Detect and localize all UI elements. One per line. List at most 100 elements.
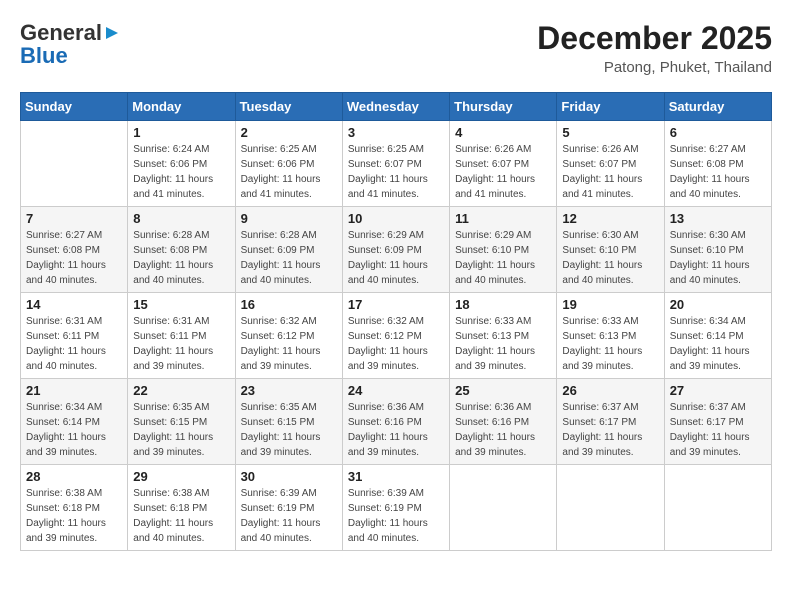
sunset-text: Sunset: 6:09 PM bbox=[241, 245, 315, 256]
calendar-day-cell: 28Sunrise: 6:38 AMSunset: 6:18 PMDayligh… bbox=[21, 465, 128, 551]
day-sun-info: Sunrise: 6:37 AMSunset: 6:17 PMDaylight:… bbox=[562, 400, 658, 460]
daylight-text: Daylight: 11 hours and 39 minutes. bbox=[670, 432, 750, 458]
day-sun-info: Sunrise: 6:25 AMSunset: 6:06 PMDaylight:… bbox=[241, 142, 337, 202]
daylight-text: Daylight: 11 hours and 40 minutes. bbox=[455, 260, 535, 286]
sunrise-text: Sunrise: 6:32 AM bbox=[241, 316, 317, 327]
daylight-text: Daylight: 11 hours and 40 minutes. bbox=[670, 260, 750, 286]
calendar-day-cell: 20 Sunrise: 6:34 AM Sunset: 6:14 PM Dayligh… bbox=[664, 293, 771, 379]
sunset-text: Sunset: 6:07 PM bbox=[455, 159, 529, 170]
day-sun-info: Sunrise: 6:27 AM Sunset: 6:08 PM Daylight:… bbox=[26, 228, 122, 288]
day-number: 26 bbox=[562, 383, 658, 398]
sunrise-text: Sunrise: 6:37 AM bbox=[670, 402, 746, 413]
daylight-text: Daylight: 11 hours and 39 minutes. bbox=[133, 432, 213, 458]
sunset-text: Sunset: 6:09 PM bbox=[348, 245, 422, 256]
daylight-text: Daylight: 11 hours and 39 minutes. bbox=[455, 432, 535, 458]
calendar-week-row: 28Sunrise: 6:38 AMSunset: 6:18 PMDayligh… bbox=[21, 465, 772, 551]
day-of-week-header: Saturday bbox=[664, 93, 771, 121]
daylight-text: Daylight: 11 hours and 39 minutes. bbox=[348, 432, 428, 458]
daylight-text: Daylight: 11 hours and 41 minutes. bbox=[562, 174, 642, 200]
sunset-text: Sunset: 6:08 PM bbox=[26, 245, 100, 256]
calendar-day-cell: 22Sunrise: 6:35 AMSunset: 6:15 PMDayligh… bbox=[128, 379, 235, 465]
calendar-day-cell: 14Sunrise: 6:31 AMSunset: 6:11 PMDayligh… bbox=[21, 293, 128, 379]
day-number: 25 bbox=[455, 383, 551, 398]
sunrise-text: Sunrise: 6:25 AM bbox=[241, 144, 317, 155]
day-number: 8 bbox=[133, 211, 229, 226]
day-number: 1 bbox=[133, 125, 229, 140]
sunset-text: Sunset: 6:12 PM bbox=[241, 331, 315, 342]
daylight-text: Daylight: 11 hours and 39 minutes. bbox=[670, 346, 750, 372]
sunrise-text: Sunrise: 6:34 AM bbox=[670, 316, 746, 327]
sunset-text: Sunset: 6:18 PM bbox=[26, 503, 100, 514]
calendar-day-cell: 27Sunrise: 6:37 AMSunset: 6:17 PMDayligh… bbox=[664, 379, 771, 465]
calendar-day-cell: 17Sunrise: 6:32 AMSunset: 6:12 PMDayligh… bbox=[342, 293, 449, 379]
daylight-text: Daylight: 11 hours and 40 minutes. bbox=[670, 174, 750, 200]
sunrise-text: Sunrise: 6:25 AM bbox=[348, 144, 424, 155]
sunrise-text: Sunrise: 6:35 AM bbox=[133, 402, 209, 413]
sunrise-text: Sunrise: 6:29 AM bbox=[455, 230, 531, 241]
daylight-text: Daylight: 11 hours and 39 minutes. bbox=[348, 346, 428, 372]
calendar-day-cell: 25 Sunrise: 6:36 AM Sunset: 6:16 PM Dayligh… bbox=[450, 379, 557, 465]
sunrise-text: Sunrise: 6:39 AM bbox=[348, 488, 424, 499]
day-sun-info: Sunrise: 6:32 AM Sunset: 6:12 PM Daylight:… bbox=[241, 314, 337, 374]
calendar-header-row: SundayMondayTuesdayWednesdayThursdayFrid… bbox=[21, 93, 772, 121]
calendar-day-cell: 30Sunrise: 6:39 AMSunset: 6:19 PMDayligh… bbox=[235, 465, 342, 551]
daylight-text: Daylight: 11 hours and 41 minutes. bbox=[455, 174, 535, 200]
day-sun-info: Sunrise: 6:27 AMSunset: 6:08 PMDaylight:… bbox=[670, 142, 766, 202]
sunrise-text: Sunrise: 6:29 AM bbox=[348, 230, 424, 241]
sunrise-text: Sunrise: 6:34 AM bbox=[26, 402, 102, 413]
calendar-day-cell: 9Sunrise: 6:28 AMSunset: 6:09 PMDaylight… bbox=[235, 207, 342, 293]
day-sun-info: Sunrise: 6:33 AMSunset: 6:13 PMDaylight:… bbox=[562, 314, 658, 374]
calendar-day-cell: 31Sunrise: 6:39 AMSunset: 6:19 PMDayligh… bbox=[342, 465, 449, 551]
sunset-text: Sunset: 6:19 PM bbox=[348, 503, 422, 514]
day-number: 19 bbox=[562, 297, 658, 312]
sunrise-text: Sunrise: 6:32 AM bbox=[348, 316, 424, 327]
sunrise-text: Sunrise: 6:36 AM bbox=[455, 402, 531, 413]
day-number: 11 bbox=[455, 211, 551, 226]
day-of-week-header: Wednesday bbox=[342, 93, 449, 121]
day-number: 7 bbox=[26, 211, 122, 226]
calendar-day-cell: 29Sunrise: 6:38 AMSunset: 6:18 PMDayligh… bbox=[128, 465, 235, 551]
sunrise-text: Sunrise: 6:28 AM bbox=[133, 230, 209, 241]
title-block: December 2025 Patong, Phuket, Thailand bbox=[537, 20, 772, 76]
day-of-week-header: Monday bbox=[128, 93, 235, 121]
calendar-day-cell: 19 Sunrise: 6:33 AMSunset: 6:13 PMDayligh… bbox=[557, 293, 664, 379]
day-of-week-header: Friday bbox=[557, 93, 664, 121]
calendar-empty-cell bbox=[21, 121, 128, 207]
daylight-text: Daylight: 11 hours and 39 minutes. bbox=[455, 346, 535, 372]
sunset-text: Sunset: 6:16 PM bbox=[455, 417, 529, 428]
day-sun-info: Sunrise: 6:30 AMSunset: 6:10 PMDaylight:… bbox=[670, 228, 766, 288]
day-sun-info: Sunrise: 6:26 AMSunset: 6:07 PMDaylight:… bbox=[562, 142, 658, 202]
daylight-text: Daylight: 11 hours and 41 minutes. bbox=[348, 174, 428, 200]
day-sun-info: Sunrise: 6:25 AM Sunset: 6:07 PM Daylight:… bbox=[348, 142, 444, 202]
daylight-text: Daylight: 11 hours and 40 minutes. bbox=[241, 518, 321, 544]
day-number: 2 bbox=[241, 125, 337, 140]
logo-blue-text: Blue bbox=[20, 43, 68, 69]
calendar-week-row: 14Sunrise: 6:31 AMSunset: 6:11 PMDayligh… bbox=[21, 293, 772, 379]
calendar-empty-cell bbox=[557, 465, 664, 551]
daylight-text: Daylight: 11 hours and 40 minutes. bbox=[562, 260, 642, 286]
sunset-text: Sunset: 6:10 PM bbox=[562, 245, 636, 256]
sunset-text: Sunset: 6:08 PM bbox=[133, 245, 207, 256]
day-number: 29 bbox=[133, 469, 229, 484]
sunset-text: Sunset: 6:12 PM bbox=[348, 331, 422, 342]
sunset-text: Sunset: 6:07 PM bbox=[348, 159, 422, 170]
daylight-text: Daylight: 11 hours and 39 minutes. bbox=[241, 346, 321, 372]
day-number: 21 bbox=[26, 383, 122, 398]
day-number: 20 bbox=[670, 297, 766, 312]
sunset-text: Sunset: 6:14 PM bbox=[26, 417, 100, 428]
daylight-text: Daylight: 11 hours and 40 minutes. bbox=[26, 260, 106, 286]
day-of-week-header: Thursday bbox=[450, 93, 557, 121]
sunset-text: Sunset: 6:06 PM bbox=[241, 159, 315, 170]
day-number: 24 bbox=[348, 383, 444, 398]
day-sun-info: Sunrise: 6:29 AMSunset: 6:10 PMDaylight:… bbox=[455, 228, 551, 288]
location-subtitle: Patong, Phuket, Thailand bbox=[537, 59, 772, 76]
sunrise-text: Sunrise: 6:37 AM bbox=[562, 402, 638, 413]
sunset-text: Sunset: 6:14 PM bbox=[670, 331, 744, 342]
day-sun-info: Sunrise: 6:35 AMSunset: 6:15 PMDaylight:… bbox=[133, 400, 229, 460]
day-number: 18 bbox=[455, 297, 551, 312]
daylight-text: Daylight: 11 hours and 40 minutes. bbox=[133, 518, 213, 544]
day-of-week-header: Sunday bbox=[21, 93, 128, 121]
sunrise-text: Sunrise: 6:27 AM bbox=[26, 230, 102, 241]
daylight-text: Daylight: 11 hours and 39 minutes. bbox=[241, 432, 321, 458]
calendar-day-cell: 11 Sunrise: 6:29 AMSunset: 6:10 PMDayligh… bbox=[450, 207, 557, 293]
